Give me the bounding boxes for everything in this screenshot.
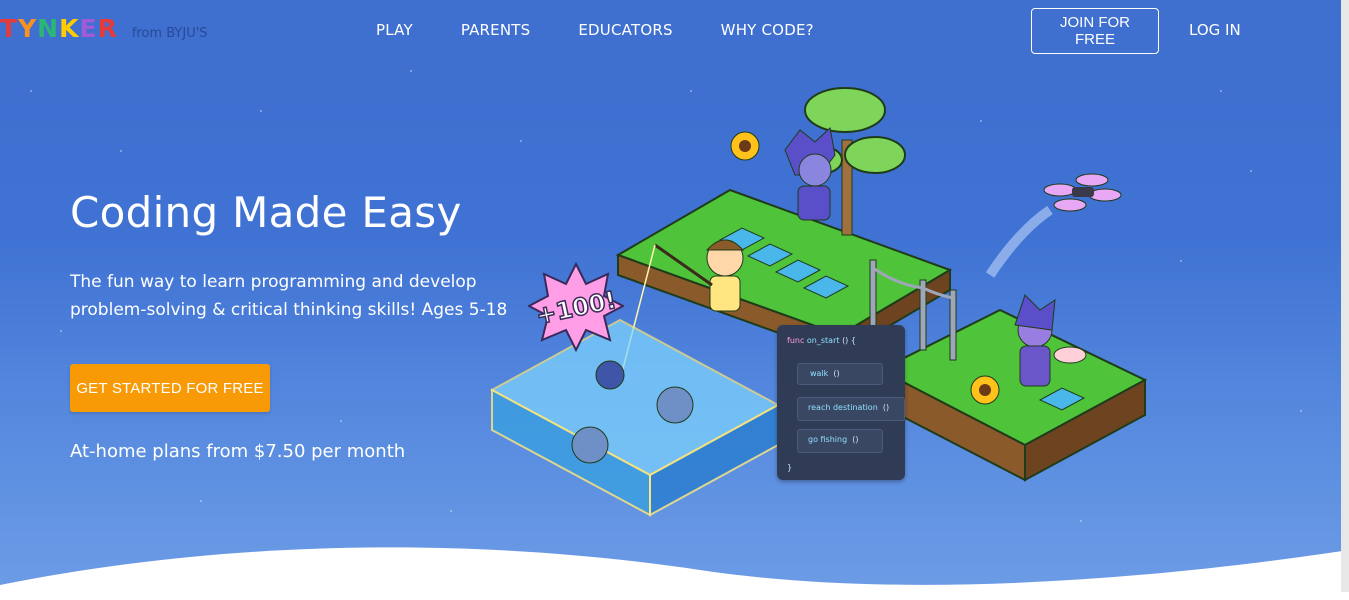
logo-letter: T — [0, 14, 19, 43]
code-keyword: func — [787, 336, 805, 345]
code-function-name: on_start — [806, 336, 840, 345]
logo-letter: Y — [18, 14, 38, 43]
logo-letter: R — [97, 14, 118, 43]
score-badge: +100! — [528, 262, 624, 352]
get-started-button[interactable]: GET STARTED FOR FREE — [70, 364, 270, 412]
code-block-go-fishing: go fishing () — [797, 429, 883, 453]
join-for-free-button[interactable]: JOIN FOR FREE — [1031, 8, 1159, 54]
code-func-line: func on_start () { — [787, 336, 856, 345]
spiky-hair-character — [784, 127, 836, 221]
logo-letter: N — [37, 14, 60, 43]
drone-group — [985, 173, 1122, 278]
logo-letter: E — [79, 14, 98, 43]
code-block-args: () — [882, 403, 890, 412]
code-block-label: reach destination — [808, 403, 878, 412]
logo-letter: K — [59, 14, 80, 43]
code-block-label: go fishing — [808, 435, 848, 444]
nav-parents[interactable]: PARENTS — [461, 21, 531, 39]
nav-why-code[interactable]: WHY CODE? — [721, 21, 814, 39]
code-close-brace: } — [787, 463, 793, 472]
logo-tagline: from BYJU'S — [131, 26, 208, 41]
nav-play[interactable]: PLAY — [376, 21, 413, 39]
code-block-args: () — [833, 369, 840, 378]
site-header: T Y N K E R from BYJU'S PLAY PARENTS EDU… — [0, 0, 1349, 62]
hero-title: Coding Made Easy — [70, 188, 462, 237]
code-block-args: () — [852, 435, 859, 444]
code-block-label: walk — [810, 369, 829, 378]
main-nav: PLAY PARENTS EDUCATORS WHY CODE? — [376, 21, 814, 39]
code-block-reach-destination: reach destination () — [797, 397, 905, 421]
nav-educators[interactable]: EDUCATORS — [578, 21, 672, 39]
logo-wordmark: T Y N K E R — [0, 14, 118, 43]
hero-subtitle: The fun way to learn programming and dev… — [70, 272, 508, 320]
bottom-wave — [0, 547, 1349, 600]
page-scrollbar[interactable] — [1341, 0, 1349, 592]
pricing-note: At-home plans from $7.50 per month — [70, 441, 406, 462]
code-blocks-panel: func on_start () { walk () reach destina… — [777, 325, 905, 480]
login-link[interactable]: LOG IN — [1189, 21, 1241, 39]
code-paren: () { — [842, 336, 856, 345]
code-block-walk: walk () — [797, 363, 883, 385]
brand-logo[interactable]: T Y N K E R from BYJU'S — [0, 14, 208, 43]
